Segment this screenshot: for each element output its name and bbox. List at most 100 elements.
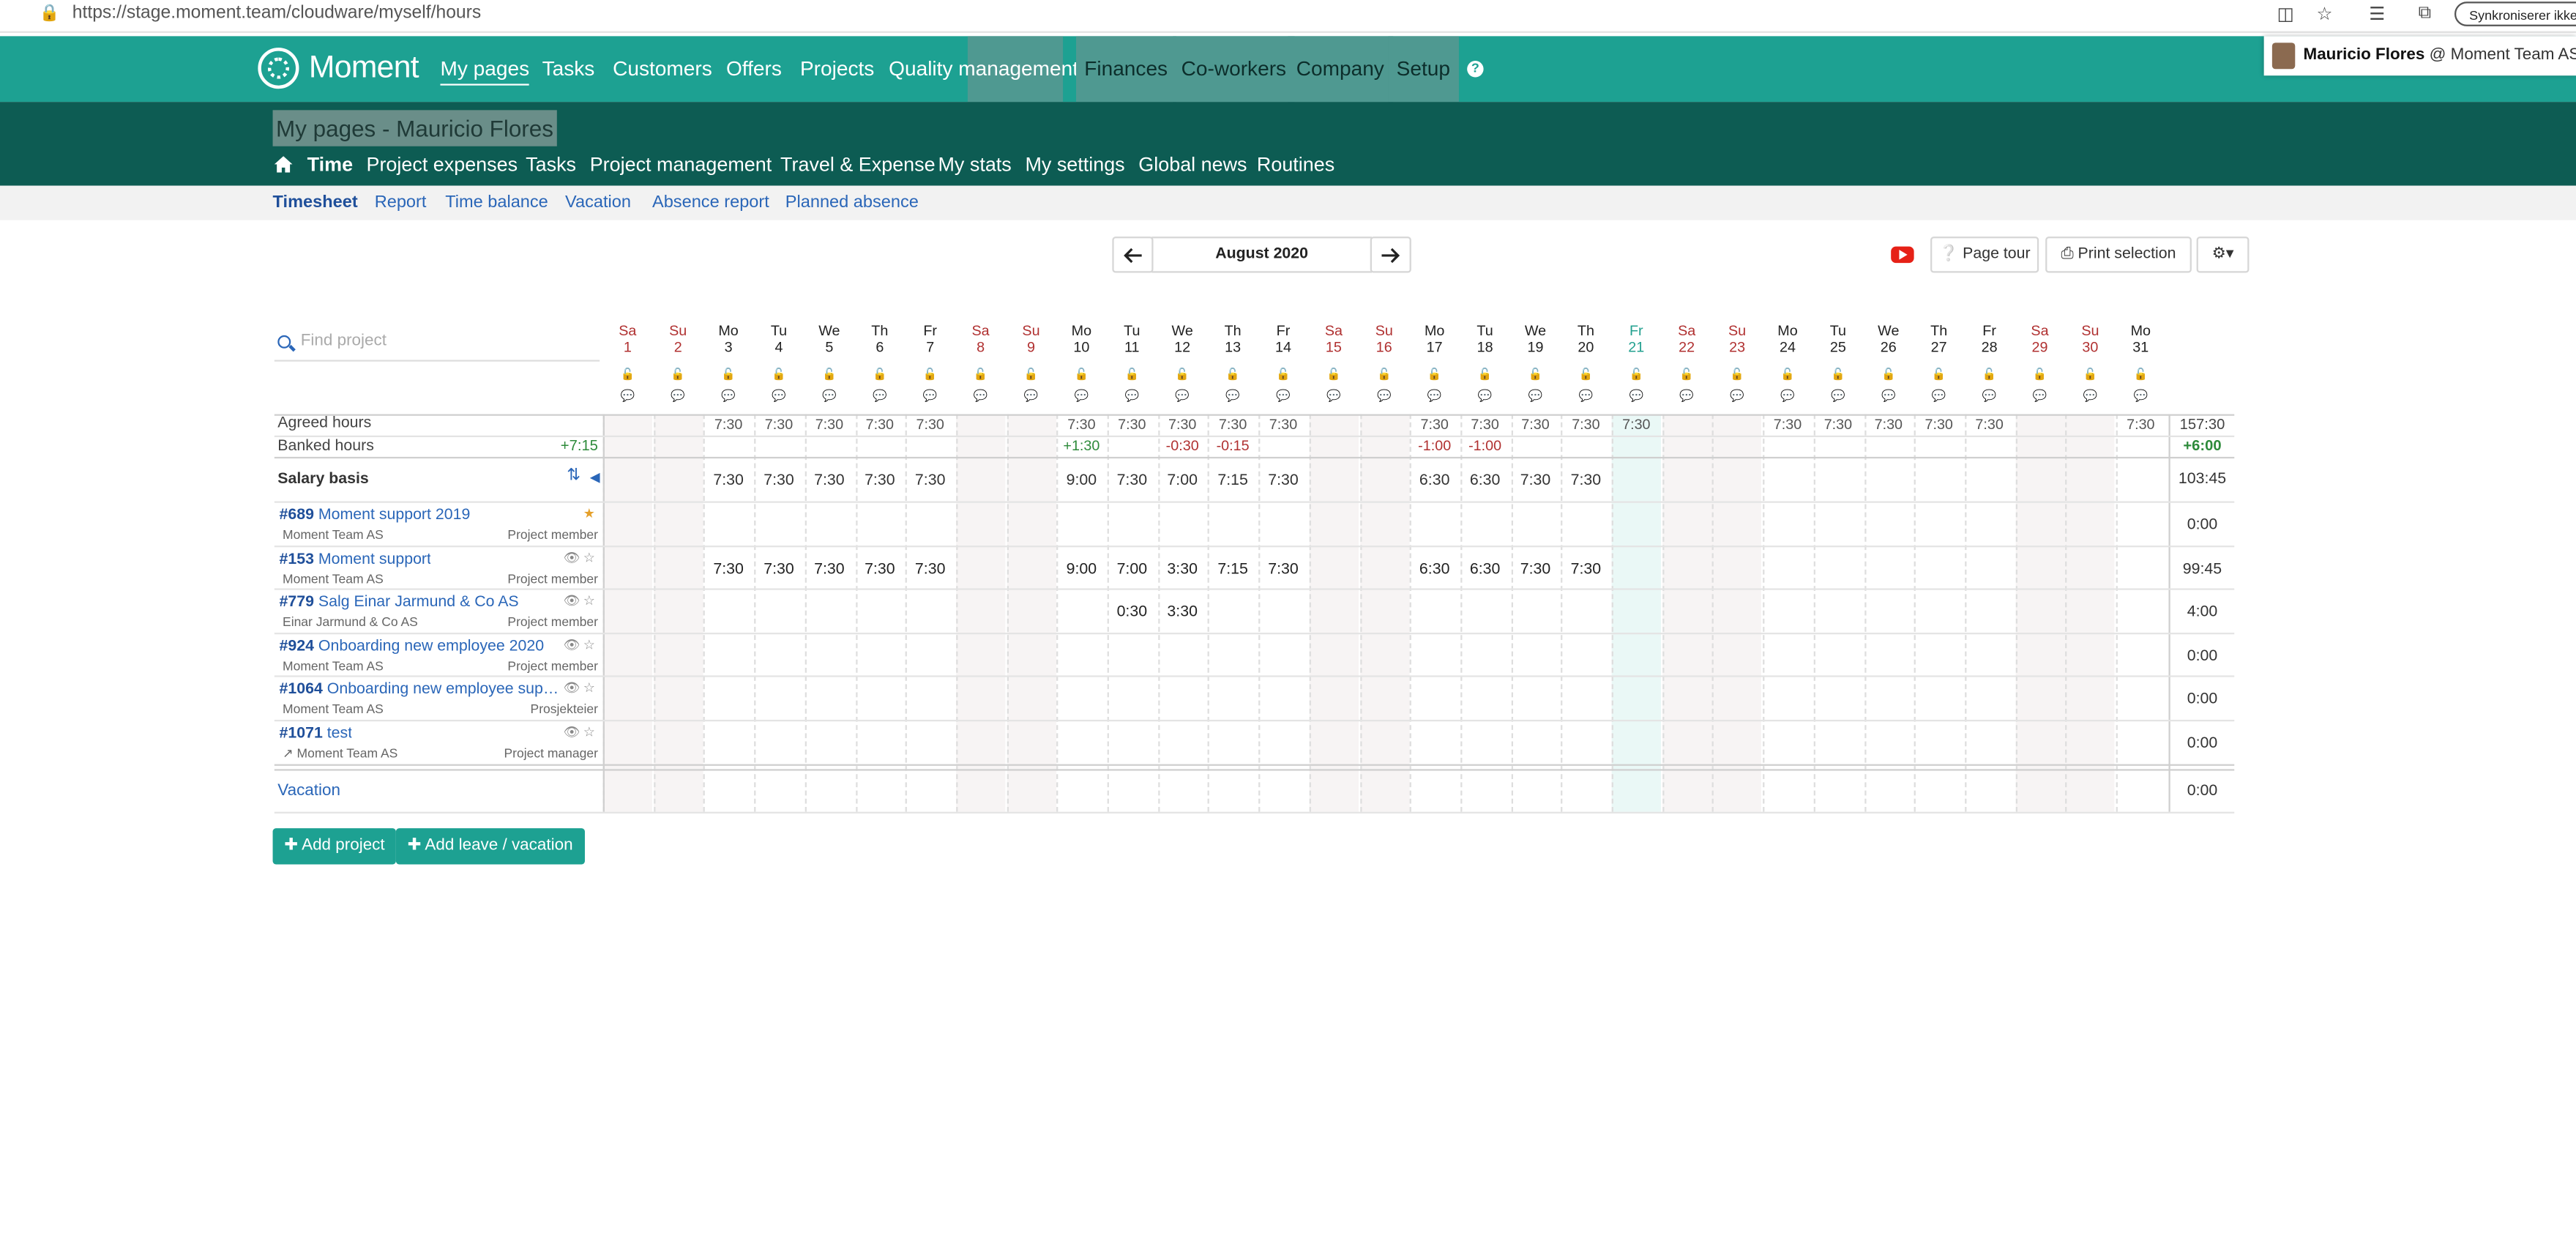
hours-cell[interactable]: 7:30 (1561, 560, 1610, 578)
unlock-icon[interactable]: 🔓 (1410, 368, 1459, 381)
comment-icon[interactable]: 💬 (1309, 390, 1358, 403)
hours-cell[interactable]: 7:30 (804, 560, 854, 578)
nav-projects[interactable]: Projects (800, 36, 874, 102)
comment-icon[interactable]: 💬 (2015, 390, 2064, 403)
comment-icon[interactable]: 💬 (754, 390, 803, 403)
tab-planned-absence[interactable]: Planned absence (785, 193, 919, 212)
comment-icon[interactable]: 💬 (1914, 390, 1963, 403)
hours-cell[interactable]: 3:30 (1158, 560, 1207, 578)
prev-month-button[interactable] (1112, 237, 1154, 273)
unlock-icon[interactable]: 🔓 (855, 368, 904, 381)
unlock-icon[interactable]: 🔓 (1612, 368, 1661, 381)
unlock-icon[interactable]: 🔓 (1108, 368, 1157, 381)
sync-status-button[interactable]: Synkroniserer ikke (2454, 1, 2576, 26)
nav-customers[interactable]: Customers (613, 36, 712, 102)
unlock-icon[interactable]: 🔓 (1712, 368, 1761, 381)
comment-icon[interactable]: 💬 (603, 390, 652, 403)
favorite-star-icon[interactable]: ☆ (583, 638, 595, 652)
unlock-icon[interactable]: 🔓 (1914, 368, 1963, 381)
unlock-icon[interactable]: 🔓 (2116, 368, 2165, 381)
comment-icon[interactable]: 💬 (855, 390, 904, 403)
browser-address-bar[interactable]: 🔒 https://stage.moment.team/cloudware/my… (0, 0, 2576, 33)
vacation-row-label[interactable]: Vacation (277, 782, 340, 800)
unlock-icon[interactable]: 🔓 (1057, 368, 1106, 381)
favorite-star-icon[interactable]: ☆ (583, 593, 595, 608)
comment-icon[interactable]: 💬 (1965, 390, 2014, 403)
unlock-icon[interactable]: 🔓 (1864, 368, 1913, 381)
youtube-icon[interactable] (1891, 246, 1914, 264)
tab-vacation[interactable]: Vacation (565, 193, 631, 212)
unlock-icon[interactable]: 🔓 (906, 368, 955, 381)
subnav-travel-expense[interactable]: Travel & Expense (780, 153, 936, 176)
translate-icon[interactable]: ◫ (2277, 3, 2294, 25)
project-link[interactable]: #1071 test (280, 725, 353, 743)
project-link[interactable]: #689 Moment support 2019 (280, 506, 471, 524)
subnav-tasks[interactable]: Tasks (526, 153, 576, 176)
help-icon[interactable]: ? (1467, 61, 1484, 78)
comment-icon[interactable]: 💬 (654, 390, 703, 403)
favorite-star-icon[interactable]: ★ (583, 506, 595, 521)
unlock-icon[interactable]: 🔓 (1208, 368, 1257, 381)
current-month-label[interactable]: August 2020 (1151, 237, 1372, 273)
nav-quality-management[interactable]: Quality management (889, 36, 1078, 102)
unlock-icon[interactable]: 🔓 (956, 368, 1005, 381)
unlock-icon[interactable]: 🔓 (1965, 368, 2014, 381)
nav-offers[interactable]: Offers (726, 36, 782, 102)
unlock-icon[interactable]: 🔓 (1561, 368, 1610, 381)
hide-eye-icon[interactable]: 👁 (564, 725, 580, 740)
tab-report[interactable]: Report (375, 193, 427, 212)
subnav-project-management[interactable]: Project management (590, 153, 772, 176)
comment-icon[interactable]: 💬 (1612, 390, 1661, 403)
unlock-icon[interactable]: 🔓 (1662, 368, 1711, 381)
subnav-routines[interactable]: Routines (1257, 153, 1334, 176)
unlock-icon[interactable]: 🔓 (2066, 368, 2115, 381)
favorites-list-icon[interactable]: ☰ (2369, 3, 2385, 25)
unlock-icon[interactable]: 🔓 (603, 368, 652, 381)
favorite-star-icon[interactable]: ☆ (583, 551, 595, 565)
unlock-icon[interactable]: 🔓 (1309, 368, 1358, 381)
hours-cell[interactable]: 6:30 (1460, 560, 1509, 578)
home-icon[interactable] (274, 156, 293, 173)
comment-icon[interactable]: 💬 (906, 390, 955, 403)
nav-company[interactable]: Company (1288, 36, 1393, 103)
comment-icon[interactable]: 💬 (2116, 390, 2165, 403)
hide-eye-icon[interactable]: 👁 (564, 593, 580, 608)
comment-icon[interactable]: 💬 (1258, 390, 1307, 403)
page-tour-button[interactable]: ❔ Page tour (1930, 237, 2039, 273)
unlock-icon[interactable]: 🔓 (1007, 368, 1056, 381)
unlock-icon[interactable]: 🔓 (1258, 368, 1307, 381)
unlock-icon[interactable]: 🔓 (1813, 368, 1862, 381)
collections-icon[interactable]: ⧉ (2419, 3, 2432, 24)
project-link[interactable]: #153 Moment support (280, 551, 431, 569)
comment-icon[interactable]: 💬 (1763, 390, 1812, 403)
nav-co-workers[interactable]: Co-workers (1173, 36, 1295, 103)
unlock-icon[interactable]: 🔓 (654, 368, 703, 381)
collapse-icon[interactable]: ◀ (590, 470, 600, 485)
unlock-icon[interactable]: 🔓 (2015, 368, 2064, 381)
unlock-icon[interactable]: 🔓 (804, 368, 854, 381)
unlock-icon[interactable]: 🔓 (703, 368, 753, 381)
hours-cell[interactable]: 7:30 (1511, 560, 1560, 578)
hide-eye-icon[interactable]: 👁 (564, 551, 580, 565)
search-input[interactable]: Find project (301, 332, 387, 350)
hide-eye-icon[interactable]: 👁 (564, 680, 580, 695)
subnav-my-stats[interactable]: My stats (938, 153, 1011, 176)
subnav-global-news[interactable]: Global news (1138, 153, 1247, 176)
nav-setup[interactable]: Setup (1388, 36, 1459, 103)
subnav-project-expenses[interactable]: Project expenses (366, 153, 518, 176)
hours-cell[interactable]: 7:30 (855, 560, 904, 578)
project-link[interactable]: #924 Onboarding new employee 2020 (280, 638, 545, 656)
project-link[interactable]: #779 Salg Einar Jarmund & Co AS (280, 593, 519, 611)
comment-icon[interactable]: 💬 (703, 390, 753, 403)
hours-cell[interactable]: 7:30 (1258, 560, 1307, 578)
hours-cell[interactable]: 7:00 (1108, 560, 1157, 578)
tab-timesheet[interactable]: Timesheet (273, 193, 358, 212)
next-month-button[interactable] (1370, 237, 1411, 273)
nav-my-pages[interactable]: My pages (440, 36, 530, 102)
comment-icon[interactable]: 💬 (1864, 390, 1913, 403)
add-project-button[interactable]: ✚ Add project (272, 828, 397, 865)
favorite-star-icon[interactable]: ☆ (2316, 3, 2332, 25)
project-link[interactable]: #1064 Onboarding new employee support ..… (280, 680, 562, 699)
url-text[interactable]: https://stage.moment.team/cloudware/myse… (72, 3, 481, 23)
comment-icon[interactable]: 💬 (1813, 390, 1862, 403)
